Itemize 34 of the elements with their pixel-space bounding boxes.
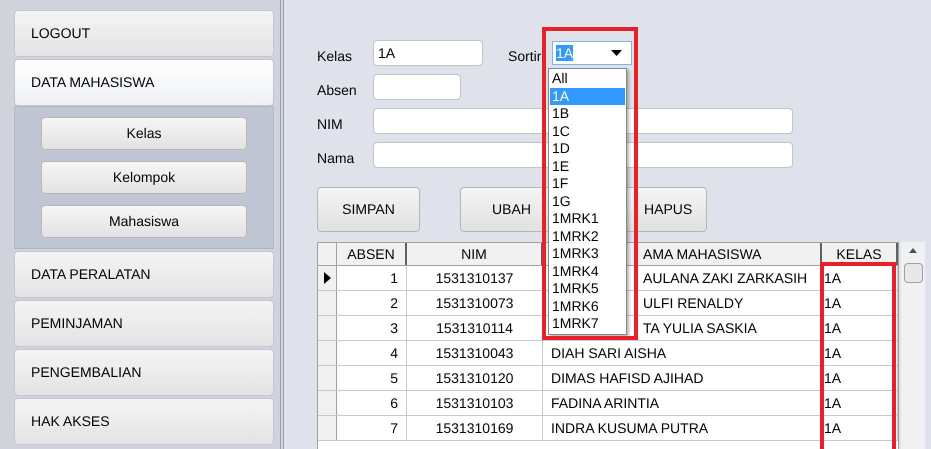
table-cell-text: 1531310114 xyxy=(435,318,514,338)
table-cell-text: 7 xyxy=(389,418,399,438)
table-cell-text: 1 xyxy=(389,268,399,288)
table-cell-text: 1531310073 xyxy=(434,294,514,312)
field-label: Absen xyxy=(317,81,358,100)
table-cell-text: 1A xyxy=(823,318,842,338)
table-cell-text: 1A xyxy=(823,368,842,388)
field-label: Nama xyxy=(317,149,356,168)
table-cell-text: DIMAS HAFISD AJIHAD xyxy=(551,368,704,388)
dropdown-value: 1A xyxy=(556,44,574,60)
table-cell-text: 1A xyxy=(823,294,842,312)
table-cell-text: 1A xyxy=(823,394,842,412)
table-cell-text: 1531310137 xyxy=(434,268,514,288)
table-cell-text: 3 xyxy=(389,318,399,338)
table-cell-text: FADINA ARINTIA xyxy=(551,394,660,412)
table-cell-text: 1A xyxy=(823,344,842,362)
table-cell-text: INDRA KUSUMA PUTRA xyxy=(551,418,708,438)
table-cell-text: ULFI RENALDY xyxy=(643,294,744,312)
table-cell-text: DIAH SARI AISHA xyxy=(551,344,666,362)
table-cell-text: 1531310120 xyxy=(434,368,514,388)
table-cell-text: TA YULIA SASKIA xyxy=(643,318,757,338)
table-cell-text: 1A xyxy=(823,418,842,438)
field-label: Kelas xyxy=(317,47,354,66)
table-cell-text: 2 xyxy=(389,294,399,312)
table-cell-text: 1531310103 xyxy=(434,394,514,412)
table-cell-text: 5 xyxy=(389,368,399,388)
table-cell-text: 1531310043 xyxy=(434,344,514,362)
table-cell-text: AULANA ZAKI ZARKASIH xyxy=(643,268,808,288)
table-cell-text: 1531310169 xyxy=(434,418,514,438)
table-cell-text: 6 xyxy=(389,394,399,412)
sort-label: Sortir xyxy=(508,47,542,66)
field-label: NIM xyxy=(317,115,344,134)
table-cell-text: 4 xyxy=(389,344,399,362)
table-cell-text: 1A xyxy=(823,268,842,288)
